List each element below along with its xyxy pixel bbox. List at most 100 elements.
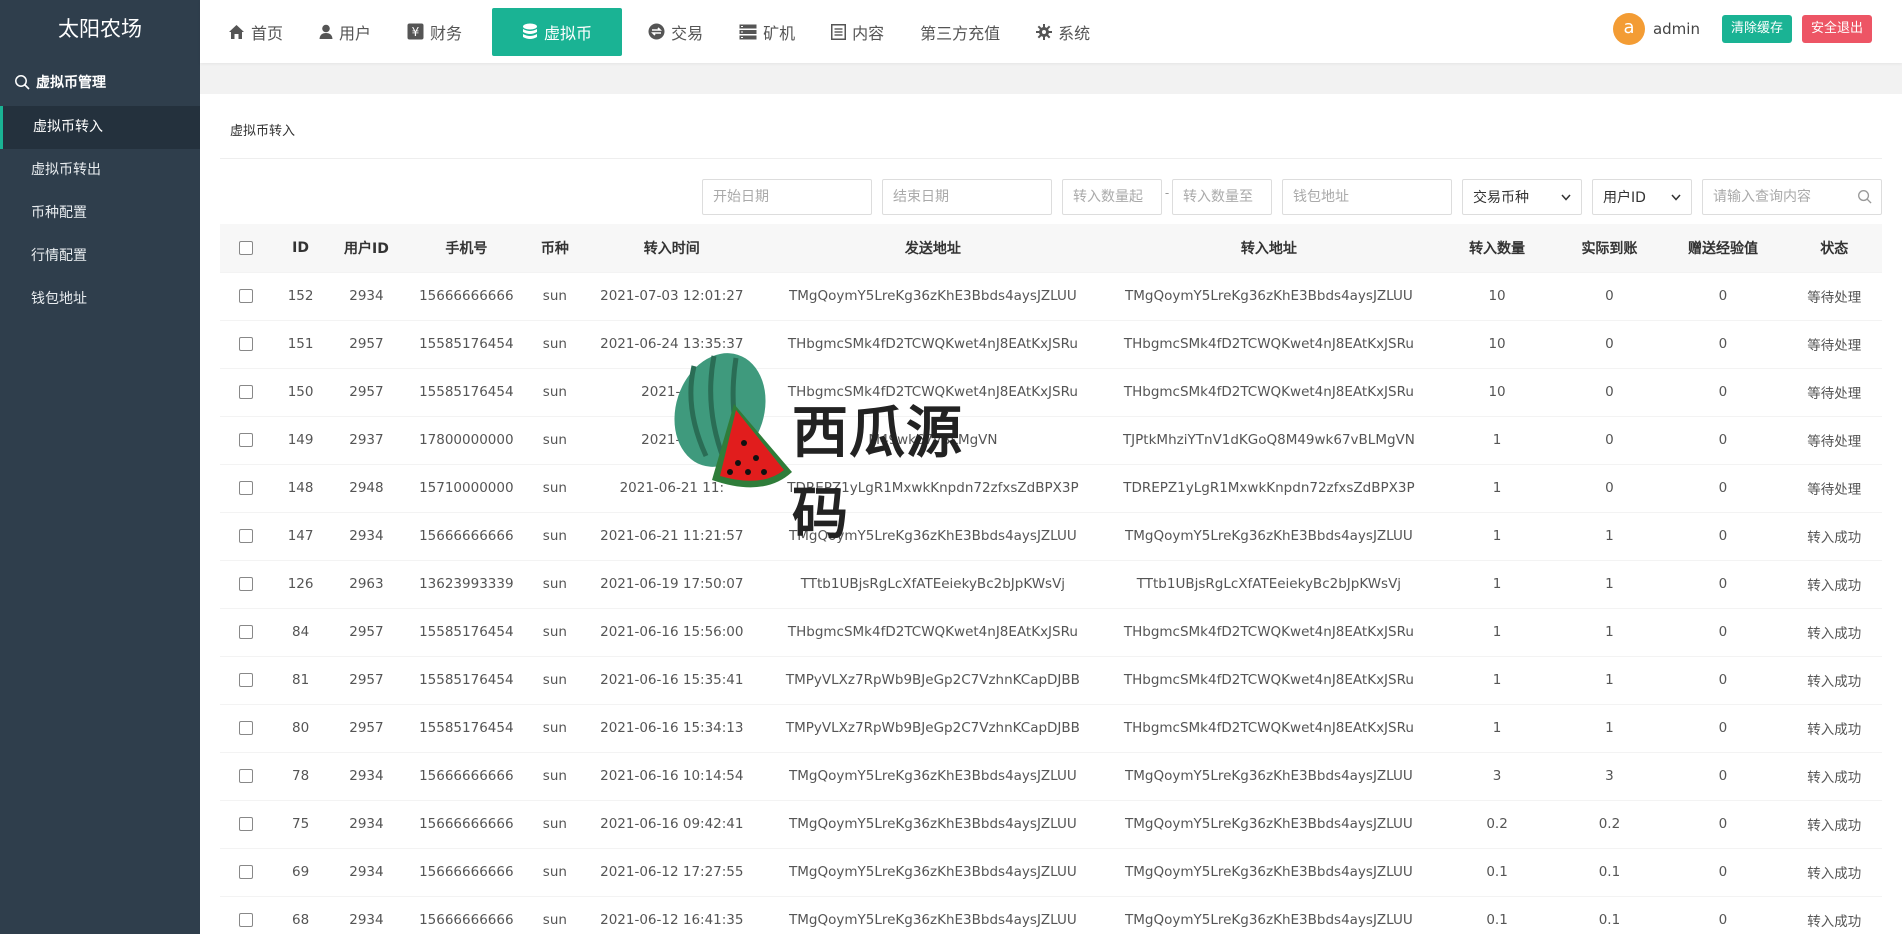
- cell-receive-address[interactable]: TMgQoymY5LreKg36zKhE3Bbds4aysJZLUU: [1103, 848, 1434, 896]
- cell-receive-address[interactable]: TDREPZ1yLgR1MxwkKnpdn72zfxsZdBPX3P: [1103, 464, 1434, 512]
- row-checkbox[interactable]: [239, 481, 254, 495]
- cell-receive-address[interactable]: THbgmcSMk4fD2TCWQKwet4nJ8EAtKxJSRu: [1103, 704, 1434, 752]
- cell-send-address: TMgQoymY5LreKg36zKhE3Bbds4aysJZLUU: [789, 768, 1077, 784]
- nav-users[interactable]: 用户: [303, 8, 387, 56]
- cell-send-address: TMgQoymY5LreKg36zKhE3Bbds4aysJZLUU: [789, 528, 1077, 544]
- header-user-id[interactable]: 用户ID: [328, 224, 404, 272]
- clear-cache-button[interactable]: 清除缓存: [1721, 15, 1792, 43]
- row-checkbox[interactable]: [239, 721, 254, 735]
- cell-phone[interactable]: 15585176454: [404, 656, 529, 704]
- cell-receive-address[interactable]: TMgQoymY5LreKg36zKhE3Bbds4aysJZLUU: [1103, 752, 1434, 800]
- cell-phone[interactable]: 13623993339: [404, 560, 529, 608]
- nav-miner[interactable]: 矿机: [723, 8, 811, 56]
- cell-phone[interactable]: 15585176454: [404, 320, 529, 368]
- cell-phone[interactable]: 15585176454: [404, 608, 529, 656]
- query-field-select[interactable]: 用户ID: [1592, 179, 1692, 215]
- header-coin[interactable]: 币种: [528, 224, 581, 272]
- cell-time: 2021-06-16 15:56:00: [600, 624, 744, 640]
- cell-amount: 10: [1488, 384, 1506, 400]
- row-checkbox[interactable]: [239, 385, 254, 399]
- amount-from-input[interactable]: [1062, 179, 1162, 215]
- cell-receive-address[interactable]: THbgmcSMk4fD2TCWQKwet4nJ8EAtKxJSRu: [1103, 656, 1434, 704]
- table-row: 151 2957 15585176454 sun 2021-06-24 13:35:37…: [220, 320, 1882, 368]
- row-checkbox[interactable]: [239, 913, 254, 927]
- table-row: 126 2963 13623993339 sun 2021-06-19 17:50:07…: [220, 560, 1882, 608]
- cell-receive-address[interactable]: TMgQoymY5LreKg36zKhE3Bbds4aysJZLUU: [1103, 272, 1434, 320]
- search-input[interactable]: [1702, 179, 1882, 215]
- nav-content[interactable]: 内容: [815, 8, 900, 56]
- search-icon[interactable]: [1857, 189, 1872, 204]
- coin-type-select[interactable]: 交易币种: [1462, 179, 1582, 215]
- sidebar-item-wallet-address[interactable]: 钱包地址: [0, 278, 200, 321]
- sidebar-item-coin-out[interactable]: 虚拟币转出: [0, 149, 200, 192]
- row-checkbox[interactable]: [239, 289, 254, 303]
- cell-phone[interactable]: 15666666666: [404, 896, 529, 934]
- nav-finance[interactable]: ¥ 财务: [391, 8, 478, 56]
- cell-phone[interactable]: 15666666666: [404, 512, 529, 560]
- cell-receive-address[interactable]: THbgmcSMk4fD2TCWQKwet4nJ8EAtKxJSRu: [1103, 368, 1434, 416]
- nav-system[interactable]: 系统: [1020, 8, 1106, 56]
- cell-receive-address[interactable]: TMgQoymY5LreKg36zKhE3Bbds4aysJZLUU: [1103, 512, 1434, 560]
- cell-phone[interactable]: 15585176454: [404, 704, 529, 752]
- wallet-address-input[interactable]: [1282, 179, 1452, 215]
- cell-send-address: THbgmcSMk4fD2TCWQKwet4nJ8EAtKxJSRu: [787, 624, 1078, 640]
- cell-phone[interactable]: 15710000000: [404, 464, 529, 512]
- end-date-input[interactable]: [882, 179, 1052, 215]
- row-checkbox[interactable]: [239, 337, 254, 351]
- header-time[interactable]: 转入时间: [580, 224, 763, 272]
- row-checkbox[interactable]: [239, 865, 254, 879]
- cell-receive-address[interactable]: TTtb1UBjsRgLcXfATEeiekyBc2bJpKWsVj: [1103, 560, 1434, 608]
- sidebar-item-market-config[interactable]: 行情配置: [0, 235, 200, 278]
- row-checkbox[interactable]: [239, 529, 254, 543]
- header-status[interactable]: 状态: [1786, 224, 1882, 272]
- username[interactable]: admin: [1653, 20, 1700, 38]
- header-send-address[interactable]: 发送地址: [762, 224, 1104, 272]
- amount-to-input[interactable]: [1172, 179, 1272, 215]
- cell-amount: 1: [1492, 576, 1502, 592]
- nav-home[interactable]: 首页: [212, 8, 299, 56]
- row-select-cell: [220, 704, 272, 752]
- row-checkbox[interactable]: [239, 817, 254, 831]
- cell-actual: 0: [1605, 480, 1614, 496]
- header-id[interactable]: ID: [272, 224, 329, 272]
- cell-phone[interactable]: 17800000000: [404, 416, 529, 464]
- avatar[interactable]: a: [1612, 13, 1645, 45]
- cell-phone[interactable]: 15666666666: [404, 848, 529, 896]
- nav-trade[interactable]: 交易: [632, 8, 719, 56]
- nav-home-label: 首页: [251, 23, 284, 43]
- sidebar-item-coin-config[interactable]: 币种配置: [0, 192, 200, 235]
- header-phone[interactable]: 手机号: [403, 224, 529, 272]
- cell-phone[interactable]: 15666666666: [404, 800, 529, 848]
- sidebar-section-header[interactable]: 虚拟币管理: [0, 58, 200, 106]
- cell-receive-address[interactable]: THbgmcSMk4fD2TCWQKwet4nJ8EAtKxJSRu: [1103, 320, 1434, 368]
- row-checkbox[interactable]: [239, 673, 254, 687]
- cell-receive-address[interactable]: THbgmcSMk4fD2TCWQKwet4nJ8EAtKxJSRu: [1103, 608, 1434, 656]
- cell-receive-address[interactable]: TJPtkMhziYTnV1dKGoQ8M49wk67vBLMgVN: [1103, 416, 1434, 464]
- cell-receive-address[interactable]: TMgQoymY5LreKg36zKhE3Bbds4aysJZLUU: [1103, 800, 1434, 848]
- row-checkbox[interactable]: [239, 577, 254, 591]
- row-checkbox[interactable]: [239, 433, 254, 447]
- header-amount[interactable]: 转入数量: [1434, 224, 1560, 272]
- cell-user-id: 2957: [349, 720, 384, 736]
- cell-user-id: 2934: [349, 912, 384, 928]
- cell-phone[interactable]: 15666666666: [404, 752, 529, 800]
- row-checkbox[interactable]: [239, 625, 254, 639]
- cell-bonus-exp: 0: [1718, 384, 1728, 400]
- logout-button[interactable]: 安全退出: [1801, 15, 1872, 43]
- header-bonus-exp[interactable]: 赠送经验值: [1659, 224, 1787, 272]
- cell-receive-address[interactable]: TMgQoymY5LreKg36zKhE3Bbds4aysJZLUU: [1103, 896, 1434, 934]
- sidebar-item-coin-in[interactable]: 虚拟币转入: [0, 106, 200, 149]
- cell-phone[interactable]: 15585176454: [404, 368, 529, 416]
- cell-user-id: 2937: [349, 432, 384, 448]
- cell-amount: 0.1: [1486, 912, 1508, 928]
- cell-phone[interactable]: 15666666666: [404, 272, 529, 320]
- header-receive-address[interactable]: 转入地址: [1103, 224, 1435, 272]
- start-date-input[interactable]: [702, 179, 872, 215]
- header-actual[interactable]: 实际到账: [1559, 224, 1660, 272]
- select-all-checkbox[interactable]: [239, 240, 254, 255]
- nav-third-party-recharge[interactable]: 第三方充值: [904, 8, 1016, 56]
- cell-user-id: 2934: [349, 528, 384, 544]
- row-checkbox[interactable]: [239, 769, 254, 783]
- nav-virtual-coin[interactable]: 虚拟币: [492, 7, 623, 56]
- select-all-cell: [220, 224, 273, 272]
